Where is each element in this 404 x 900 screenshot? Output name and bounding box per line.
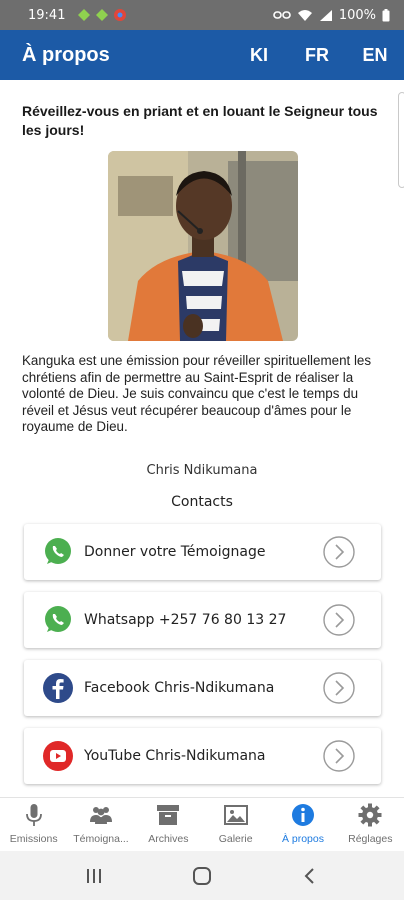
language-ki-button[interactable]: KI <box>230 45 288 66</box>
nav-item-temoignages[interactable]: Témoigna... <box>67 798 134 851</box>
gear-icon <box>358 803 382 827</box>
back-icon[interactable] <box>300 866 320 886</box>
signal-icon <box>319 9 332 21</box>
wifi-icon <box>297 9 312 21</box>
people-icon <box>89 807 112 824</box>
system-nav-bar <box>0 851 404 900</box>
bottom-navigation: Emissions Témoigna... Archives Galerie À… <box>0 797 404 851</box>
contact-label: YouTube Chris-Ndikumana <box>84 748 266 764</box>
contact-label: Whatsapp +257 76 80 13 27 <box>84 612 287 628</box>
nav-item-emissions[interactable]: Emissions <box>0 798 67 851</box>
contact-label: Facebook Chris-Ndikumana <box>84 680 275 696</box>
archive-icon <box>157 805 180 825</box>
chevron-right-icon <box>323 604 355 636</box>
battery-icon <box>382 8 390 21</box>
nav-label: Archives <box>148 833 189 845</box>
scroll-handle[interactable] <box>398 92 404 188</box>
chevron-right-icon <box>323 672 355 704</box>
contact-youtube-button[interactable]: YouTube Chris-Ndikumana <box>24 728 381 784</box>
status-bar: 19:41 100% <box>0 0 404 30</box>
notification-app-icon <box>96 9 109 21</box>
link-icon <box>273 11 291 19</box>
page-title: À propos <box>22 43 110 66</box>
nav-label: Témoigna... <box>73 833 129 845</box>
notification-icons <box>77 8 127 22</box>
nav-item-reglages[interactable]: Réglages <box>337 798 404 851</box>
nav-label: À propos <box>281 833 324 845</box>
nav-label: Galerie <box>218 833 253 845</box>
status-time: 19:41 <box>28 7 66 23</box>
contact-whatsapp-button[interactable]: Whatsapp +257 76 80 13 27 <box>24 592 381 648</box>
whatsapp-icon <box>45 538 71 564</box>
language-fr-button[interactable]: FR <box>288 45 346 66</box>
home-icon[interactable] <box>191 865 213 887</box>
chevron-right-icon <box>323 536 355 568</box>
notification-app-icon <box>78 9 91 21</box>
author-name: Chris Ndikumana <box>146 463 258 478</box>
microphone-icon <box>25 804 42 826</box>
author-photo <box>108 151 298 341</box>
nav-item-galerie[interactable]: Galerie <box>202 798 269 851</box>
nav-label: Réglages <box>348 833 393 845</box>
facebook-icon <box>43 673 73 703</box>
nav-item-archives[interactable]: Archives <box>135 798 202 851</box>
image-icon <box>223 805 248 825</box>
headline: Réveillez-vous en priant et en louant le… <box>22 103 378 138</box>
about-content[interactable]: Réveillez-vous en priant et en louant le… <box>0 80 404 797</box>
nav-item-a-propos[interactable]: À propos <box>269 798 336 851</box>
contacts-heading: Contacts <box>171 494 233 510</box>
app-bar: À propos KI FR EN <box>0 30 404 80</box>
about-description: Kanguka est une émission pour réveiller … <box>22 353 372 434</box>
recent-apps-icon[interactable] <box>84 867 104 885</box>
contact-testimony-button[interactable]: Donner votre Témoignage <box>24 524 381 580</box>
chrome-icon <box>114 9 127 21</box>
contact-facebook-button[interactable]: Facebook Chris-Ndikumana <box>24 660 381 716</box>
youtube-icon <box>43 741 73 771</box>
contact-label: Donner votre Témoignage <box>84 544 266 560</box>
chevron-right-icon <box>323 740 355 772</box>
nav-label: Emissions <box>9 833 58 845</box>
language-en-button[interactable]: EN <box>346 45 404 66</box>
info-icon <box>291 804 314 826</box>
battery-percent: 100% <box>338 7 376 23</box>
whatsapp-icon <box>45 606 71 632</box>
